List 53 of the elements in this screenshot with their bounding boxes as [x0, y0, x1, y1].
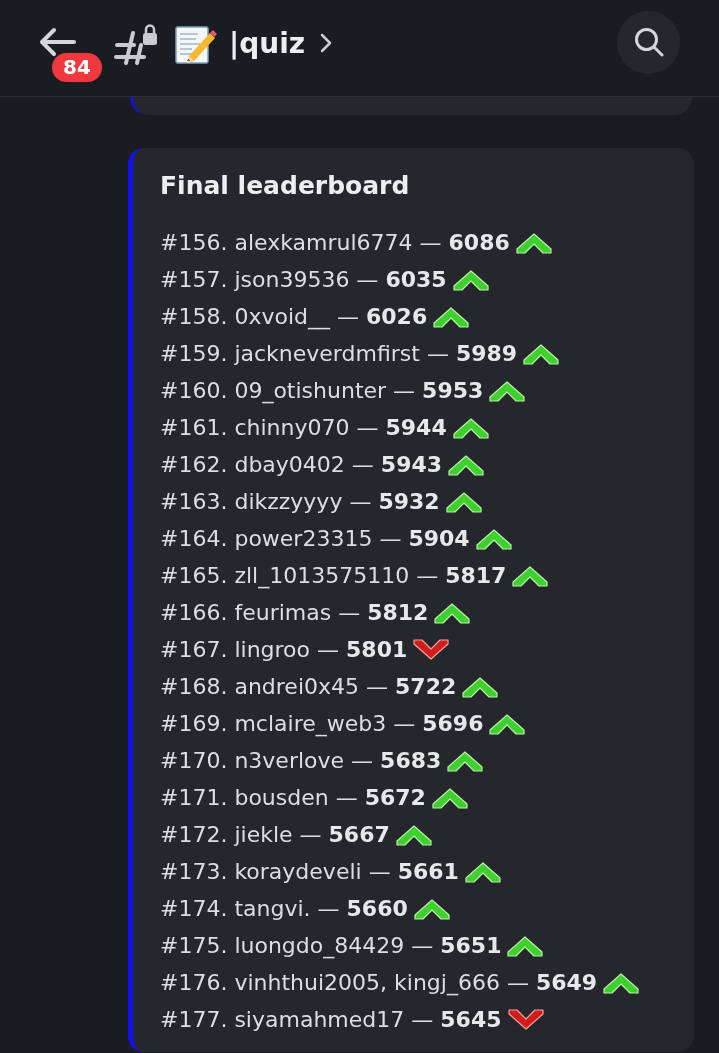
up-chevron-icon: [462, 675, 499, 698]
up-chevron-icon: [413, 897, 450, 920]
leaderboard-entry: #159. jackneverdmfirst — 5989: [160, 339, 518, 368]
up-chevron-icon: [395, 823, 432, 846]
leaderboard-entry: #169. mclaire_web3 — 5696: [160, 709, 484, 739]
down-chevron-icon: [507, 1008, 544, 1031]
up-chevron-icon: [448, 453, 485, 476]
down-chevron-icon: [413, 638, 450, 661]
leaderboard-entry: #157. json39536 — 6035: [160, 265, 447, 294]
leaderboard-entry: #162. dbay0402 — 5943: [160, 450, 443, 479]
leaderboard-entry: #174. tangvi. — 5660: [160, 894, 408, 923]
up-chevron-icon: [452, 268, 489, 291]
leaderboard-entry: #177. siyamahmed17 — 5645: [160, 1005, 502, 1034]
up-chevron-icon: [433, 305, 470, 328]
leaderboard-entry: #175. luongdo_84429 — 5651: [160, 931, 502, 961]
leaderboard-entry: #161. chinny070 — 5944: [160, 413, 447, 442]
up-chevron-icon: [445, 490, 482, 513]
up-chevron-icon: [475, 527, 512, 550]
channel-name[interactable]: |quiz: [229, 26, 306, 60]
up-chevron-icon: [489, 379, 526, 402]
up-chevron-icon: [507, 934, 544, 957]
leaderboard-entry: #170. n3verlove — 5683: [160, 746, 442, 775]
back-button[interactable]: [38, 27, 76, 57]
up-chevron-icon: [434, 601, 471, 624]
leaderboard-entry: #168. andrei0x45 — 5722: [160, 672, 457, 701]
up-chevron-icon: [452, 416, 489, 439]
leaderboard-entry: #176. vinhthui2005, kingj_666 — 5649: [160, 968, 598, 998]
leaderboard-entry: #164. power23315 — 5904: [160, 524, 470, 553]
leaderboard-entry: #167. lingroo — 5801: [160, 635, 408, 664]
chevron-right-icon: [320, 33, 333, 53]
locked-channel-icon: [114, 23, 158, 65]
leaderboard-entry: #172. jiekle — 5667: [160, 820, 390, 849]
up-chevron-icon: [489, 712, 526, 735]
search-icon: [633, 27, 664, 57]
memo-pencil-icon: [175, 24, 217, 64]
leaderboard-entry: #166. feurimas — 5812: [160, 598, 429, 627]
leaderboard-entry: #163. dikzzyyyy — 5932: [160, 487, 440, 516]
leaderboard-entry: #156. alexkamrul6774 — 6086: [160, 228, 510, 257]
up-chevron-icon: [515, 231, 552, 254]
up-chevron-icon: [512, 564, 549, 587]
leaderboard-entry: #165. zll_1013575110 — 5817: [160, 561, 507, 591]
leaderboard-entry: #171. bousden — 5672: [160, 783, 426, 812]
notification-badge: 84: [52, 53, 102, 82]
up-chevron-icon: [431, 786, 468, 809]
up-chevron-icon: [447, 749, 484, 772]
leaderboard-entry: #173. koraydeveli — 5661: [160, 857, 459, 886]
up-chevron-icon: [523, 342, 560, 365]
up-chevron-icon: [464, 860, 501, 883]
leaderboard-entry: #158. 0xvoid__ — 6026: [160, 302, 428, 332]
back-arrow-icon: [38, 27, 76, 57]
up-chevron-icon: [603, 971, 640, 994]
leaderboard-entry: #160. 09_otishunter — 5953: [160, 376, 484, 406]
embed-title: Final leaderboard: [160, 170, 411, 202]
